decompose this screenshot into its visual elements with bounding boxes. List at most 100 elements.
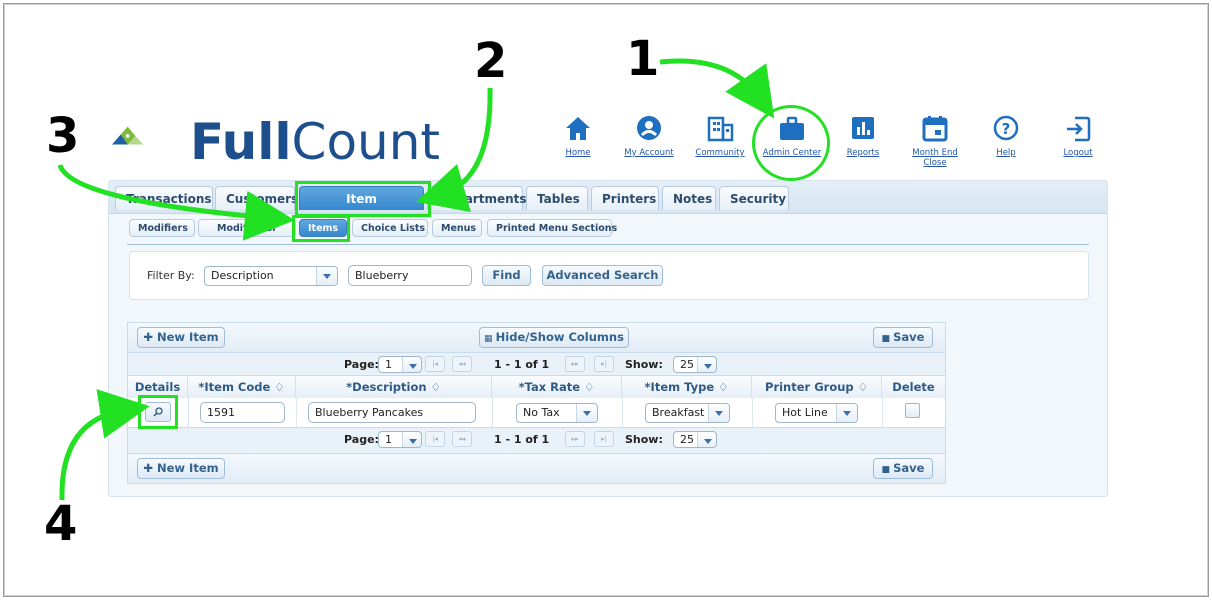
item-code-input[interactable]: 1591 [200, 402, 285, 423]
col-divider [622, 398, 623, 427]
main-tabbar: Transactions Customers Item Management D… [109, 181, 1107, 230]
chevron-down-icon [402, 357, 421, 372]
col-divider [752, 398, 753, 427]
printer-group-value: Hot Line [782, 406, 828, 419]
col-divider [492, 398, 493, 427]
subtab-items[interactable]: Items [299, 219, 347, 237]
show-select-bottom[interactable]: 25 [673, 431, 717, 448]
nav-home-label: Home [565, 148, 591, 158]
details-button[interactable] [145, 402, 171, 422]
save-button-bottom[interactable]: ■ Save [873, 458, 933, 479]
nav-reports-label: Reports [846, 148, 880, 158]
tab-customers[interactable]: Customers [215, 186, 298, 210]
col-printer-group[interactable]: Printer Group ♢ [752, 376, 882, 398]
new-item-label-top: New Item [157, 330, 219, 344]
nav-logout-label: Logout [1063, 148, 1093, 158]
tab-transactions[interactable]: Transactions [115, 186, 213, 210]
nav-community[interactable]: Community [680, 114, 760, 158]
calendar-icon [922, 116, 948, 142]
last-page-button-top[interactable]: ▸| [594, 356, 614, 372]
magnifier-icon [153, 407, 163, 417]
subtab-choice-lists[interactable]: Choice Lists [352, 219, 428, 237]
show-label-bottom: Show: [625, 433, 663, 446]
col-delete[interactable]: Delete [882, 376, 945, 398]
prev-page-button-bottom[interactable]: ◂◂ [452, 431, 472, 447]
item-type-value: Breakfast [652, 406, 705, 419]
delete-checkbox[interactable] [905, 403, 920, 418]
tab-notes[interactable]: Notes [662, 186, 716, 210]
subtab-printed-menu-sections[interactable]: Printed Menu Sections [487, 219, 617, 237]
show-select-top[interactable]: 25 [673, 356, 717, 373]
next-page-button-top[interactable]: ▸▸ [565, 356, 585, 372]
filter-field-value: Description [211, 269, 274, 282]
page-select-top[interactable]: 1 [378, 356, 422, 373]
col-details[interactable]: Details [128, 376, 188, 398]
page-value-top: 1 [385, 358, 392, 371]
hide-show-columns-button[interactable]: ▦ Hide/Show Columns [479, 327, 629, 348]
nav-my-account[interactable]: My Account [609, 114, 689, 158]
find-button[interactable]: Find [482, 265, 531, 286]
col-divider [882, 398, 883, 427]
first-page-button-bottom[interactable]: |◂ [425, 431, 445, 447]
col-item-code[interactable]: *Item Code ♢ [188, 376, 296, 398]
printer-group-select[interactable]: Hot Line [775, 403, 858, 423]
show-label-top: Show: [625, 358, 663, 371]
subtab-modifier-groups[interactable]: Modifier Gr [198, 219, 296, 237]
nav-admin-center[interactable]: Admin Center [752, 114, 832, 158]
filter-value-input[interactable]: Blueberry [348, 265, 472, 286]
nav-logout[interactable]: Logout [1038, 114, 1118, 158]
save-button-top[interactable]: ■ Save [873, 327, 933, 348]
plus-icon: ✚ [143, 330, 157, 344]
show-value-top: 25 [680, 358, 694, 371]
tab-item-management[interactable]: Item Management [299, 186, 424, 230]
nav-month-end-close-label: Month End Close [912, 148, 958, 168]
subtab-modifiers[interactable]: Modifiers [129, 219, 195, 237]
advanced-search-button[interactable]: Advanced Search [542, 265, 663, 286]
nav-admin-center-label: Admin Center [762, 148, 822, 158]
save-label-top: Save [893, 330, 925, 344]
description-input[interactable]: Blueberry Pancakes [308, 402, 476, 423]
filter-bar: Filter By: Description Blueberry Find Ad… [129, 251, 1089, 300]
new-item-button-bottom[interactable]: ✚ New Item [137, 458, 225, 479]
page-label-bottom: Page: [344, 433, 379, 446]
save-label-bottom: Save [893, 461, 925, 475]
tab-security[interactable]: Security [719, 186, 789, 210]
show-value-bottom: 25 [680, 433, 694, 446]
callout-number-4: 4 [44, 496, 78, 552]
col-item-type[interactable]: *Item Type ♢ [622, 376, 752, 398]
callout-number-1: 1 [626, 31, 660, 87]
subtab-menus[interactable]: Menus [432, 219, 482, 237]
nav-month-end-close[interactable]: Month End Close [895, 114, 975, 168]
page-select-bottom[interactable]: 1 [378, 431, 422, 448]
chevron-down-icon [316, 267, 337, 285]
tab-tables[interactable]: Tables [526, 186, 588, 210]
nav-help[interactable]: ? Help [966, 114, 1046, 158]
chevron-down-icon [697, 432, 716, 447]
first-page-button-top[interactable]: |◂ [425, 356, 445, 372]
tab-departments[interactable]: Departments [427, 186, 527, 210]
item-type-select[interactable]: Breakfast [645, 403, 730, 423]
main-panel: Transactions Customers Item Management D… [108, 180, 1108, 497]
chevron-down-icon [836, 404, 857, 422]
last-page-button-bottom[interactable]: ▸| [594, 431, 614, 447]
nav-home[interactable]: Home [538, 114, 618, 158]
help-icon: ? [993, 115, 1019, 141]
logo-word-full: Full [190, 113, 292, 171]
save-icon: ■ [881, 465, 894, 475]
filter-field-select[interactable]: Description [204, 266, 338, 286]
callout-number-3: 3 [46, 108, 80, 164]
page-value-bottom: 1 [385, 433, 392, 446]
col-tax-rate[interactable]: *Tax Rate ♢ [492, 376, 622, 398]
nav-reports[interactable]: Reports [823, 114, 903, 158]
page-label-top: Page: [344, 358, 379, 371]
tab-printers[interactable]: Printers [591, 186, 659, 210]
tax-rate-select[interactable]: No Tax [516, 403, 598, 423]
user-icon [637, 116, 661, 140]
prev-page-button-top[interactable]: ◂◂ [452, 356, 472, 372]
chevron-down-icon [402, 432, 421, 447]
next-page-button-bottom[interactable]: ▸▸ [565, 431, 585, 447]
col-description[interactable]: *Description ♢ [296, 376, 492, 398]
new-item-label-bottom: New Item [157, 461, 219, 475]
new-item-button-top[interactable]: ✚ New Item [137, 327, 225, 348]
logo-wordmark: FullCount [190, 112, 440, 172]
